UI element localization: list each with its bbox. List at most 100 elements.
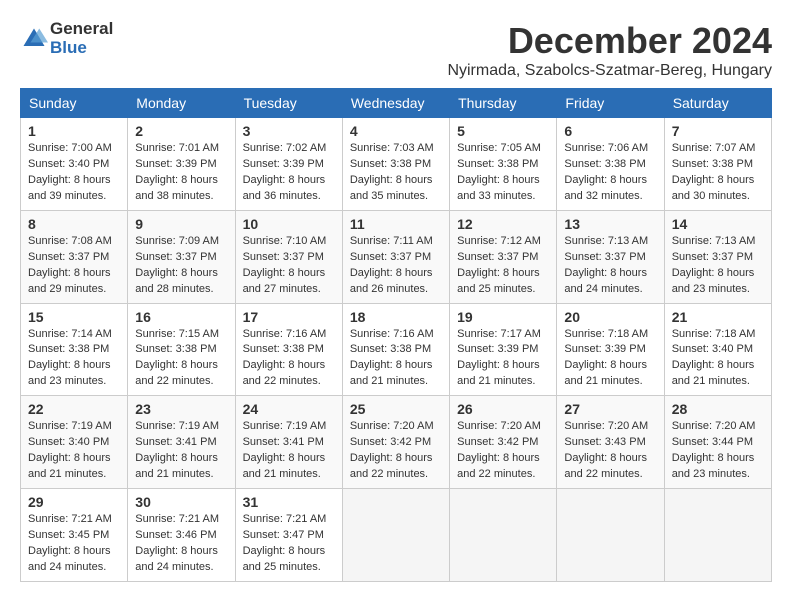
calendar-day-cell <box>450 489 557 582</box>
day-number: 19 <box>457 309 549 325</box>
calendar-day-cell: 14Sunrise: 7:13 AMSunset: 3:37 PMDayligh… <box>664 210 771 303</box>
calendar-day-cell: 27 Sunrise: 7:20 AMSunset: 3:43 PMDayligh… <box>557 396 664 489</box>
calendar-day-cell: 12 Sunrise: 7:12 AMSunset: 3:37 PMDayligh… <box>450 210 557 303</box>
day-info: Sunrise: 7:06 AMSunset: 3:38 PMDaylight:… <box>564 141 656 205</box>
calendar-day-cell <box>342 489 449 582</box>
day-number: 11 <box>350 216 442 232</box>
day-info: Sunrise: 7:21 AMSunset: 3:45 PMDaylight:… <box>28 512 120 576</box>
calendar-day-cell: 19Sunrise: 7:17 AMSunset: 3:39 PMDayligh… <box>450 303 557 396</box>
day-number: 23 <box>135 401 227 417</box>
calendar-week-row: 22Sunrise: 7:19 AMSunset: 3:40 PMDayligh… <box>21 396 772 489</box>
day-number: 1 <box>28 123 120 139</box>
calendar-day-cell: 7 Sunrise: 7:07 AMSunset: 3:38 PMDaylight… <box>664 118 771 211</box>
calendar-day-cell: 21 Sunrise: 7:18 AMSunset: 3:40 PMDayligh… <box>664 303 771 396</box>
day-number: 20 <box>564 309 656 325</box>
day-header-tuesday: Tuesday <box>235 89 342 118</box>
page-header: General Blue December 2024 Nyirmada, Sza… <box>20 20 772 80</box>
calendar-day-cell: 8Sunrise: 7:08 AMSunset: 3:37 PMDaylight… <box>21 210 128 303</box>
day-info: Sunrise: 7:12 AMSunset: 3:37 PMDaylight:… <box>457 234 549 298</box>
day-info: Sunrise: 7:20 AMSunset: 3:43 PMDaylight:… <box>564 419 656 483</box>
calendar-day-cell: 16Sunrise: 7:15 AMSunset: 3:38 PMDayligh… <box>128 303 235 396</box>
calendar-day-cell: 29 Sunrise: 7:21 AMSunset: 3:45 PMDayligh… <box>21 489 128 582</box>
day-info: Sunrise: 7:20 AMSunset: 3:42 PMDaylight:… <box>350 419 442 483</box>
day-number: 17 <box>243 309 335 325</box>
calendar-day-cell: 10Sunrise: 7:10 AMSunset: 3:37 PMDayligh… <box>235 210 342 303</box>
calendar-day-cell: 11 Sunrise: 7:11 AMSunset: 3:37 PMDayligh… <box>342 210 449 303</box>
calendar-day-cell: 9 Sunrise: 7:09 AMSunset: 3:37 PMDaylight… <box>128 210 235 303</box>
calendar-day-cell: 23 Sunrise: 7:19 AMSunset: 3:41 PMDayligh… <box>128 396 235 489</box>
day-header-sunday: Sunday <box>21 89 128 118</box>
day-number: 6 <box>564 123 656 139</box>
day-number: 15 <box>28 309 120 325</box>
day-number: 7 <box>672 123 764 139</box>
day-number: 26 <box>457 401 549 417</box>
logo-general: General <box>50 19 113 38</box>
day-number: 21 <box>672 309 764 325</box>
day-info: Sunrise: 7:16 AMSunset: 3:38 PMDaylight:… <box>243 327 335 391</box>
calendar-day-cell: 30Sunrise: 7:21 AMSunset: 3:46 PMDayligh… <box>128 489 235 582</box>
calendar-day-cell: 20 Sunrise: 7:18 AMSunset: 3:39 PMDayligh… <box>557 303 664 396</box>
location: Nyirmada, Szabolcs-Szatmar-Bereg, Hungar… <box>447 62 772 80</box>
calendar-day-cell: 28 Sunrise: 7:20 AMSunset: 3:44 PMDayligh… <box>664 396 771 489</box>
day-info: Sunrise: 7:14 AMSunset: 3:38 PMDaylight:… <box>28 327 120 391</box>
day-number: 16 <box>135 309 227 325</box>
day-number: 31 <box>243 494 335 510</box>
day-number: 12 <box>457 216 549 232</box>
logo-text: General Blue <box>50 20 113 57</box>
calendar-day-cell: 4 Sunrise: 7:03 AMSunset: 3:38 PMDaylight… <box>342 118 449 211</box>
day-info: Sunrise: 7:16 AMSunset: 3:38 PMDaylight:… <box>350 327 442 391</box>
day-number: 28 <box>672 401 764 417</box>
day-number: 10 <box>243 216 335 232</box>
day-header-monday: Monday <box>128 89 235 118</box>
day-info: Sunrise: 7:18 AMSunset: 3:40 PMDaylight:… <box>672 327 764 391</box>
title-section: December 2024 Nyirmada, Szabolcs-Szatmar… <box>447 20 772 80</box>
day-header-thursday: Thursday <box>450 89 557 118</box>
calendar-week-row: 8Sunrise: 7:08 AMSunset: 3:37 PMDaylight… <box>21 210 772 303</box>
calendar-day-cell: 5 Sunrise: 7:05 AMSunset: 3:38 PMDaylight… <box>450 118 557 211</box>
day-number: 24 <box>243 401 335 417</box>
day-info: Sunrise: 7:20 AMSunset: 3:42 PMDaylight:… <box>457 419 549 483</box>
day-info: Sunrise: 7:11 AMSunset: 3:37 PMDaylight:… <box>350 234 442 298</box>
day-info: Sunrise: 7:13 AMSunset: 3:37 PMDaylight:… <box>672 234 764 298</box>
day-info: Sunrise: 7:03 AMSunset: 3:38 PMDaylight:… <box>350 141 442 205</box>
calendar-day-cell: 3Sunrise: 7:02 AMSunset: 3:39 PMDaylight… <box>235 118 342 211</box>
day-info: Sunrise: 7:18 AMSunset: 3:39 PMDaylight:… <box>564 327 656 391</box>
calendar-day-cell <box>664 489 771 582</box>
day-header-wednesday: Wednesday <box>342 89 449 118</box>
day-number: 4 <box>350 123 442 139</box>
day-info: Sunrise: 7:19 AMSunset: 3:41 PMDaylight:… <box>243 419 335 483</box>
calendar-day-cell: 2Sunrise: 7:01 AMSunset: 3:39 PMDaylight… <box>128 118 235 211</box>
day-info: Sunrise: 7:19 AMSunset: 3:41 PMDaylight:… <box>135 419 227 483</box>
day-number: 9 <box>135 216 227 232</box>
day-info: Sunrise: 7:20 AMSunset: 3:44 PMDaylight:… <box>672 419 764 483</box>
calendar-header-row: SundayMondayTuesdayWednesdayThursdayFrid… <box>21 89 772 118</box>
day-info: Sunrise: 7:19 AMSunset: 3:40 PMDaylight:… <box>28 419 120 483</box>
calendar-day-cell: 22Sunrise: 7:19 AMSunset: 3:40 PMDayligh… <box>21 396 128 489</box>
calendar-day-cell: 17 Sunrise: 7:16 AMSunset: 3:38 PMDayligh… <box>235 303 342 396</box>
calendar-day-cell: 1Sunrise: 7:00 AMSunset: 3:40 PMDaylight… <box>21 118 128 211</box>
logo-blue: Blue <box>50 38 87 57</box>
month-title: December 2024 <box>447 20 772 62</box>
day-info: Sunrise: 7:21 AMSunset: 3:47 PMDaylight:… <box>243 512 335 576</box>
day-info: Sunrise: 7:07 AMSunset: 3:38 PMDaylight:… <box>672 141 764 205</box>
day-number: 5 <box>457 123 549 139</box>
calendar-day-cell: 26 Sunrise: 7:20 AMSunset: 3:42 PMDayligh… <box>450 396 557 489</box>
day-info: Sunrise: 7:02 AMSunset: 3:39 PMDaylight:… <box>243 141 335 205</box>
day-number: 27 <box>564 401 656 417</box>
day-number: 29 <box>28 494 120 510</box>
day-info: Sunrise: 7:05 AMSunset: 3:38 PMDaylight:… <box>457 141 549 205</box>
day-number: 13 <box>564 216 656 232</box>
calendar-day-cell: 31 Sunrise: 7:21 AMSunset: 3:47 PMDayligh… <box>235 489 342 582</box>
calendar-week-row: 1Sunrise: 7:00 AMSunset: 3:40 PMDaylight… <box>21 118 772 211</box>
calendar-day-cell: 13Sunrise: 7:13 AMSunset: 3:37 PMDayligh… <box>557 210 664 303</box>
calendar-day-cell: 25Sunrise: 7:20 AMSunset: 3:42 PMDayligh… <box>342 396 449 489</box>
calendar-day-cell: 18Sunrise: 7:16 AMSunset: 3:38 PMDayligh… <box>342 303 449 396</box>
day-info: Sunrise: 7:09 AMSunset: 3:37 PMDaylight:… <box>135 234 227 298</box>
logo: General Blue <box>20 20 113 57</box>
calendar-week-row: 29 Sunrise: 7:21 AMSunset: 3:45 PMDayligh… <box>21 489 772 582</box>
calendar-day-cell: 15 Sunrise: 7:14 AMSunset: 3:38 PMDayligh… <box>21 303 128 396</box>
calendar-table: SundayMondayTuesdayWednesdayThursdayFrid… <box>20 88 772 582</box>
calendar-day-cell: 24 Sunrise: 7:19 AMSunset: 3:41 PMDayligh… <box>235 396 342 489</box>
calendar-week-row: 15 Sunrise: 7:14 AMSunset: 3:38 PMDayligh… <box>21 303 772 396</box>
day-info: Sunrise: 7:01 AMSunset: 3:39 PMDaylight:… <box>135 141 227 205</box>
